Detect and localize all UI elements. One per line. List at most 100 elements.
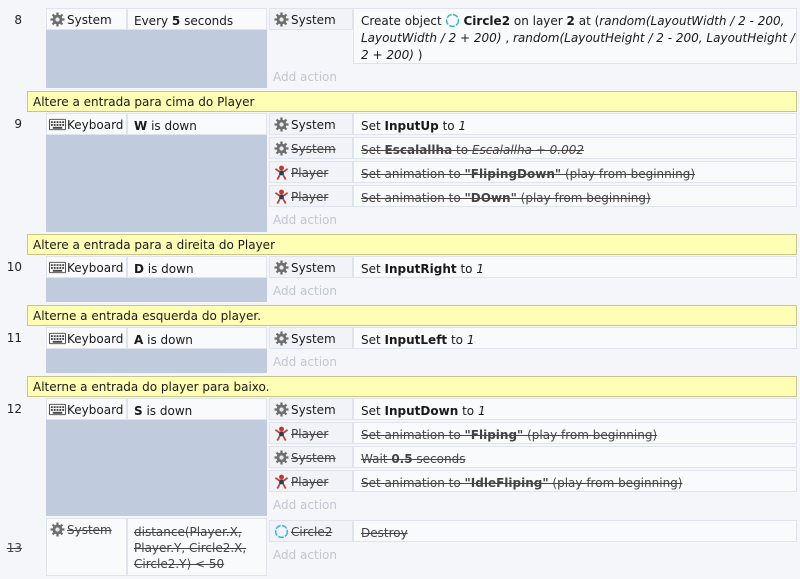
action-object-label: Player (291, 427, 329, 441)
add-action-link[interactable]: Add action (273, 284, 337, 298)
action-object-label: Circle2 (291, 525, 333, 539)
condition-object-label: System (67, 13, 112, 27)
act-text: to (458, 404, 478, 418)
action-object-circle2-disabled[interactable]: Circle2 (269, 520, 353, 542)
cond-key: S (134, 404, 143, 418)
act-text: to (447, 333, 467, 347)
player-sprite-icon (274, 189, 289, 204)
act-text: to (452, 143, 472, 157)
condition-object-keyboard[interactable]: Keyboard (46, 256, 127, 278)
action-set-animation-disabled[interactable]: Set animation to "DOwn" (play from begin… (353, 185, 797, 207)
condition-object-label: Keyboard (67, 403, 124, 417)
act-text: Set animation to (361, 167, 465, 181)
act-text: (play from beginning) (548, 476, 683, 490)
cond-text: is down (142, 404, 193, 418)
action-set-variable[interactable]: Set InputLeft to 1 (353, 327, 797, 349)
add-action-link[interactable]: Add action (273, 213, 337, 227)
action-destroy-disabled[interactable]: Destroy (353, 520, 797, 542)
keyboard-icon (49, 260, 66, 275)
action-object-label: System (291, 332, 336, 346)
act-text: Set (361, 333, 385, 347)
action-object-system[interactable]: System (269, 113, 353, 135)
act-value: 1 (466, 333, 475, 347)
condition-object-keyboard[interactable]: Keyboard (46, 398, 127, 420)
comment-row[interactable]: Altere a entrada para cima do Player (27, 91, 797, 112)
act-anim: "DOwn" (464, 191, 517, 205)
act-text: (play from beginning) (516, 191, 651, 205)
condition-object-keyboard[interactable]: Keyboard (46, 113, 127, 135)
act-text: Set (361, 143, 385, 157)
keyboard-icon (49, 402, 66, 417)
act-text: Wait (361, 452, 392, 466)
act-text: on layer (510, 14, 567, 28)
action-set-variable-disabled[interactable]: Set Escalallha to Escalallha + 0.002 (353, 137, 797, 159)
action-object-player-disabled[interactable]: Player (269, 470, 353, 492)
act-text: (play from beginning) (523, 428, 658, 442)
action-set-variable[interactable]: Set InputDown to 1 (353, 398, 797, 420)
act-text: ) (413, 48, 423, 62)
act-wait-value: 0.5 (391, 452, 413, 466)
add-action-link[interactable]: Add action (273, 548, 337, 562)
action-create-object[interactable]: Create object Circle2 on layer 2 at (ran… (353, 8, 797, 64)
action-set-variable[interactable]: Set InputRight to 1 (353, 256, 797, 278)
action-object-player-disabled[interactable]: Player (269, 422, 353, 444)
cond-key: W (134, 119, 148, 133)
action-object-player-disabled[interactable]: Player (269, 161, 353, 183)
cond-key: D (134, 262, 144, 276)
condition-object-system[interactable]: System (46, 8, 127, 30)
condition-object-system-disabled[interactable]: System (46, 518, 127, 576)
event-number-disabled: 13 (6, 541, 22, 555)
add-action-link[interactable]: Add action (273, 355, 337, 369)
action-set-animation-disabled[interactable]: Set animation to "FlipingDown" (play fro… (353, 161, 797, 183)
comment-row[interactable]: Altere a entrada para a direita do Playe… (27, 234, 797, 255)
condition-object-keyboard[interactable]: Keyboard (46, 327, 127, 349)
act-text: Set animation to (361, 191, 465, 205)
circle-ring-icon (274, 524, 289, 539)
gear-icon (50, 12, 65, 27)
act-text: at ( (574, 14, 600, 28)
cond-text: is down (143, 333, 193, 347)
cond-text: Every (134, 14, 172, 28)
cond-text: is down (143, 262, 194, 276)
condition-object-label: Keyboard (67, 332, 124, 346)
action-object-system[interactable]: System (269, 8, 353, 30)
add-action-link[interactable]: Add action (273, 498, 337, 512)
cond-text: is down (147, 119, 197, 133)
condition-every-seconds[interactable]: Every 5 seconds (127, 8, 267, 30)
condition-distance-disabled[interactable]: distance(Player.X, Player.Y, Circle2.X, … (127, 518, 267, 576)
act-value: Escalallha + 0.002 (471, 143, 584, 157)
act-object-name: Circle2 (463, 14, 511, 28)
action-object-label: System (291, 142, 336, 156)
action-object-system[interactable]: System (269, 256, 353, 278)
comment-row[interactable]: Alterne a entrada esquerda do player. (27, 305, 797, 326)
add-action-link[interactable]: Add action (273, 70, 337, 84)
condition-key-down[interactable]: D is down (127, 256, 267, 278)
condition-object-label: Keyboard (67, 261, 124, 275)
gear-icon (274, 141, 289, 156)
action-set-variable[interactable]: Set InputUp to 1 (353, 113, 797, 135)
action-object-system-disabled[interactable]: System (269, 446, 353, 468)
action-object-player-disabled[interactable]: Player (269, 185, 353, 207)
action-set-animation-disabled[interactable]: Set animation to "IdleFliping" (play fro… (353, 470, 797, 492)
condition-key-down[interactable]: S is down (127, 398, 267, 420)
act-value: 1 (476, 262, 484, 276)
comment-row[interactable]: Alterne a entrada do player para baixo. (27, 376, 797, 397)
condition-key-down[interactable]: A is down (127, 327, 267, 349)
action-object-label: System (291, 118, 336, 132)
condition-key-down[interactable]: W is down (127, 113, 267, 135)
act-text: seconds (412, 452, 466, 466)
act-text: Set (361, 262, 385, 276)
action-set-animation-disabled[interactable]: Set animation to "Fliping" (play from be… (353, 422, 797, 444)
gear-icon (274, 450, 289, 465)
action-object-system[interactable]: System (269, 398, 353, 420)
action-object-system-disabled[interactable]: System (269, 137, 353, 159)
action-object-system[interactable]: System (269, 327, 353, 349)
act-text: (play from beginning) (561, 167, 695, 181)
gear-icon (274, 12, 289, 27)
act-text: Set animation to (361, 428, 465, 442)
action-object-label: System (291, 13, 336, 27)
condition-object-label: Keyboard (67, 118, 124, 132)
circle-ring-icon (445, 13, 460, 28)
act-var: InputUp (384, 119, 439, 133)
action-wait-disabled[interactable]: Wait 0.5 seconds (353, 446, 797, 468)
